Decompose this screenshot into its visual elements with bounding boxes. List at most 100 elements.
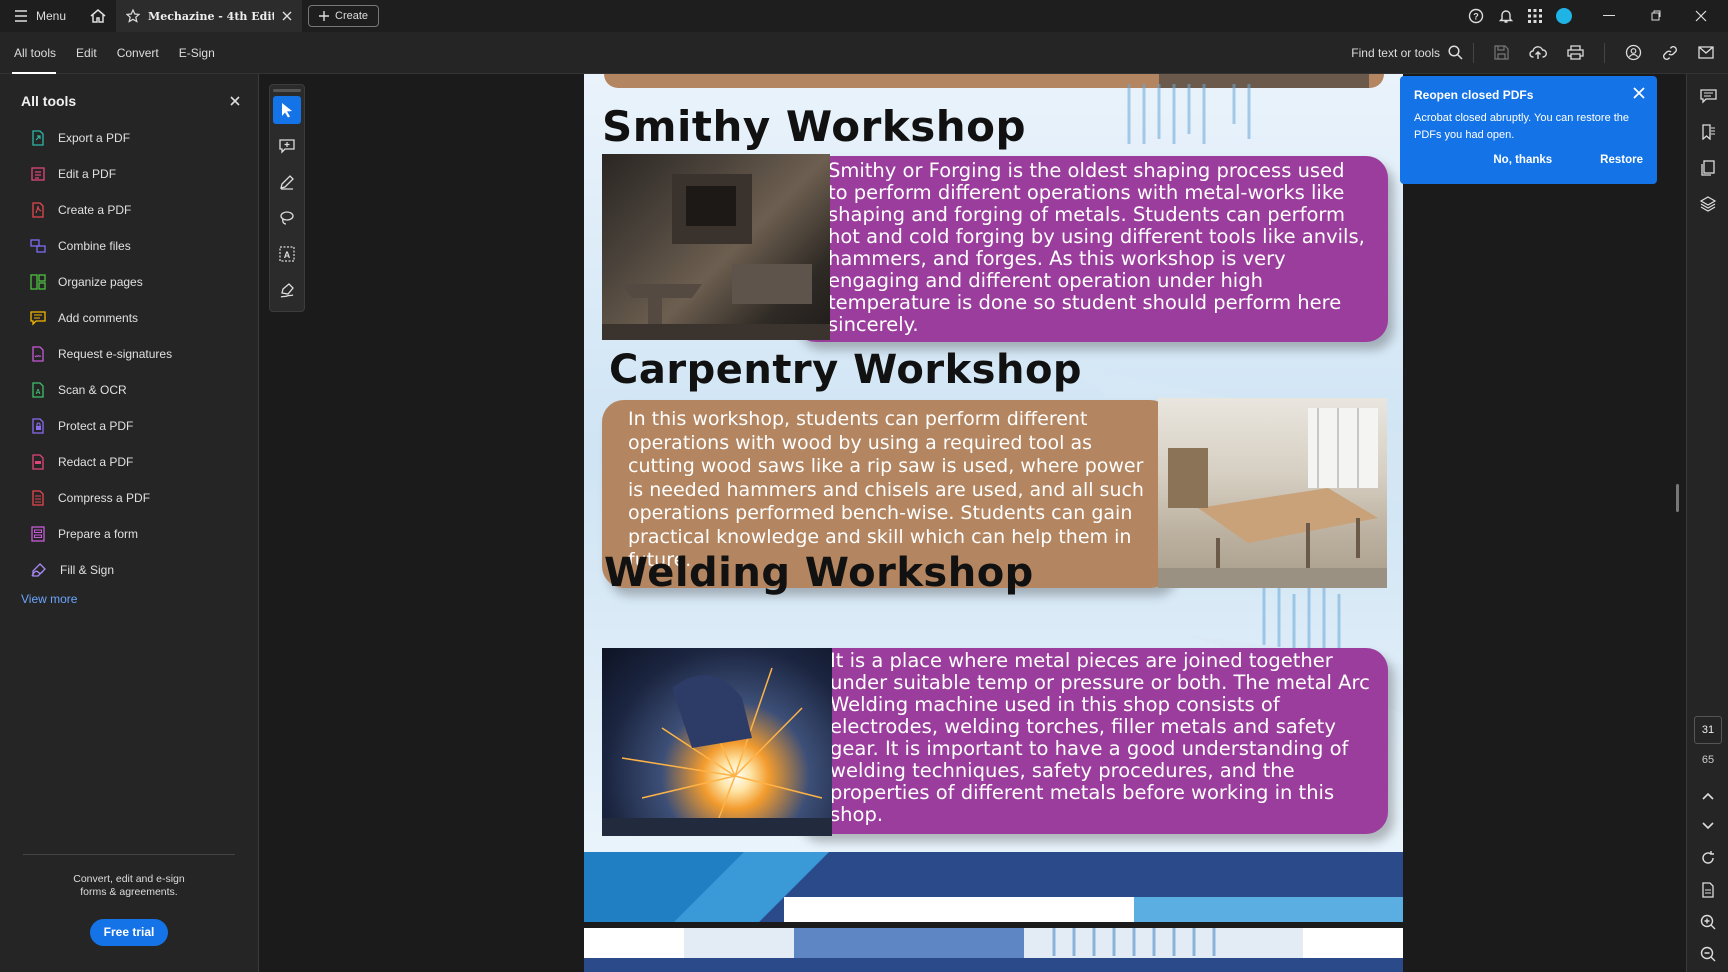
welder-illustration <box>602 667 832 836</box>
combine-files-icon <box>30 239 46 253</box>
create-label: Create <box>335 10 369 22</box>
create-pdf-icon <box>32 202 44 218</box>
tab-all-tools[interactable]: All tools <box>0 32 66 74</box>
layers-icon <box>1700 196 1716 212</box>
view-more-link[interactable]: View more <box>0 592 258 606</box>
notification-body: Acrobat closed abruptly. You can restore… <box>1414 112 1630 141</box>
tool-scan-ocr[interactable]: A Scan & OCR <box>0 372 258 408</box>
page-display-button[interactable] <box>1687 872 1728 908</box>
comment-add-icon <box>279 139 295 154</box>
workbench-illustration <box>1158 408 1387 588</box>
link-icon[interactable] <box>1662 45 1678 61</box>
email-icon[interactable] <box>1698 46 1714 59</box>
tab-edit[interactable]: Edit <box>66 32 107 74</box>
draw-tool-button[interactable] <box>273 168 301 196</box>
title-bar: Menu Mechazine - 4th Edition_ Create ? <box>0 0 1728 32</box>
zoom-in-button[interactable] <box>1687 904 1728 940</box>
tool-organize-pages[interactable]: Organize pages <box>0 264 258 300</box>
close-window-button[interactable] <box>1678 0 1724 32</box>
next-page-button[interactable] <box>1687 808 1728 844</box>
add-comment-tool-button[interactable] <box>273 132 301 160</box>
pdf-page: Smithy Workshop Smithy or Forging is the… <box>584 74 1403 922</box>
lasso-tool-button[interactable] <box>273 204 301 232</box>
create-button[interactable]: Create <box>308 5 380 27</box>
tool-combine-files[interactable]: Combine files <box>0 228 258 264</box>
divider <box>1473 42 1474 63</box>
panel-title: All tools <box>21 93 77 109</box>
document-tab[interactable]: Mechazine - 4th Edition_ <box>116 0 303 32</box>
toolbar-grip[interactable] <box>273 89 301 92</box>
home-button[interactable] <box>80 0 116 32</box>
organize-pages-icon <box>30 274 46 290</box>
tool-export-pdf[interactable]: Export a PDF <box>0 120 258 156</box>
zoom-out-button[interactable] <box>1687 936 1728 972</box>
total-pages: 65 <box>1701 754 1715 766</box>
tool-add-comments[interactable]: Add comments <box>0 300 258 336</box>
current-page-input[interactable]: 31 <box>1694 716 1722 744</box>
tool-redact-pdf[interactable]: Redact a PDF <box>0 444 258 480</box>
menu-bar: All tools Edit Convert E-Sign Find text … <box>0 32 1728 74</box>
chevron-up-icon <box>1702 792 1714 800</box>
menu-button[interactable]: Menu <box>0 0 80 32</box>
close-tab-icon[interactable] <box>282 11 292 21</box>
minimize-button[interactable] <box>1586 0 1632 32</box>
bell-icon[interactable] <box>1498 8 1514 24</box>
pen-sign-icon <box>280 283 294 298</box>
notification-close-button[interactable] <box>1633 86 1645 104</box>
zoom-out-icon <box>1700 946 1716 962</box>
minimize-icon <box>1603 15 1615 16</box>
tool-label: Add comments <box>58 311 139 325</box>
free-trial-button[interactable]: Free trial <box>89 919 169 946</box>
tool-label: Redact a PDF <box>58 455 134 469</box>
zoom-in-icon <box>1700 914 1716 930</box>
tool-fill-sign[interactable]: Fill & Sign <box>0 552 258 588</box>
tab-convert[interactable]: Convert <box>107 32 169 74</box>
tool-request-e-signatures[interactable]: Request e-signatures <box>0 336 258 372</box>
home-icon <box>90 9 106 23</box>
find-tools-button[interactable]: Find text or tools <box>1351 45 1473 60</box>
promo-line-2: forms & agreements. <box>80 886 178 898</box>
tool-label: Prepare a form <box>58 527 139 541</box>
rotate-button[interactable] <box>1687 840 1728 876</box>
tool-compress-pdf[interactable]: Compress a PDF <box>0 480 258 516</box>
share-user-icon[interactable] <box>1625 44 1642 61</box>
comments-panel-button[interactable] <box>1687 78 1728 114</box>
apps-grid-icon[interactable] <box>1528 9 1542 23</box>
bookmarks-panel-button[interactable] <box>1687 114 1728 150</box>
tool-label: Fill & Sign <box>60 563 115 577</box>
tool-prepare-form[interactable]: Prepare a form <box>0 516 258 552</box>
tool-label: Organize pages <box>58 275 143 289</box>
tool-label: Scan & OCR <box>58 383 127 397</box>
quick-tools-toolbar: A <box>269 84 305 312</box>
tool-protect-pdf[interactable]: Protect a PDF <box>0 408 258 444</box>
carpentry-workshop-photo <box>1158 398 1387 588</box>
select-tool-button[interactable] <box>273 96 301 124</box>
restore-button[interactable]: Restore <box>1600 154 1643 166</box>
tool-create-pdf[interactable]: Create a PDF <box>0 192 258 228</box>
plus-icon <box>319 11 330 21</box>
print-icon[interactable] <box>1567 45 1584 60</box>
close-panel-icon[interactable] <box>230 96 240 106</box>
pages-panel-button[interactable] <box>1687 150 1728 186</box>
avatar[interactable] <box>1556 8 1572 24</box>
restore-button[interactable] <box>1632 0 1678 32</box>
help-icon[interactable]: ? <box>1468 8 1484 24</box>
tool-edit-pdf[interactable]: Edit a PDF <box>0 156 258 192</box>
sign-tool-button[interactable] <box>273 276 301 304</box>
vertical-scrollbar[interactable] <box>1676 484 1679 512</box>
cloud-upload-icon[interactable] <box>1529 45 1547 60</box>
cursor-icon <box>282 103 292 118</box>
save-icon[interactable] <box>1494 45 1509 60</box>
tool-label: Export a PDF <box>58 131 131 145</box>
svg-text:A: A <box>35 389 40 396</box>
trial-promo: Convert, edit and e-sign forms & agreeme… <box>23 854 235 946</box>
layers-panel-button[interactable] <box>1687 186 1728 222</box>
text-select-tool-button[interactable]: A <box>273 240 301 268</box>
tool-label: Create a PDF <box>58 203 132 217</box>
compress-pdf-icon <box>32 490 44 506</box>
star-icon[interactable] <box>126 9 141 23</box>
fill-sign-icon <box>31 563 46 577</box>
tab-e-sign[interactable]: E-Sign <box>169 32 225 74</box>
tool-label: Protect a PDF <box>58 419 134 433</box>
no-thanks-button[interactable]: No, thanks <box>1493 154 1552 166</box>
